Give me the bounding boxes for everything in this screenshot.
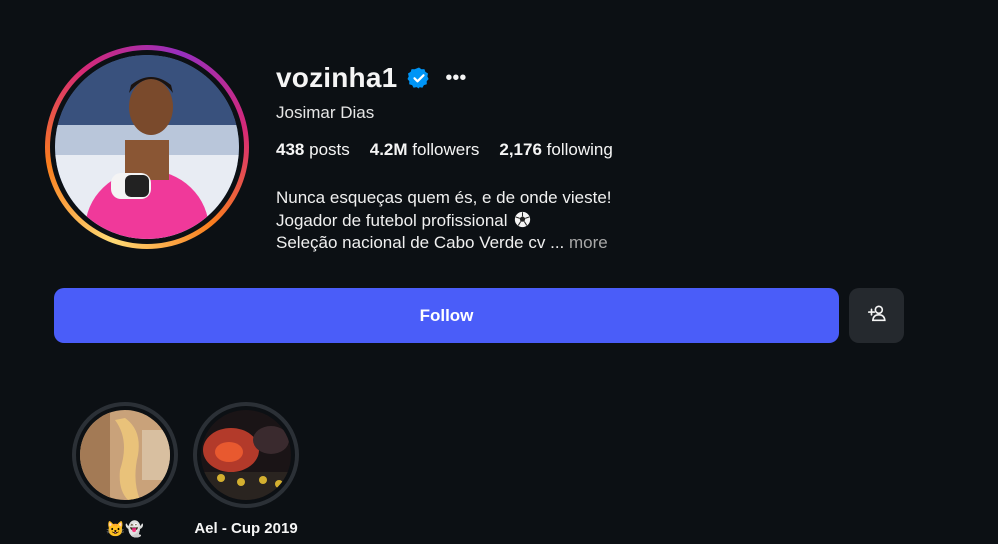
following-stat[interactable]: 2,176 following [499,140,612,160]
bio-line-2: Jogador de futebol profissional [276,210,612,233]
following-count: 2,176 [499,140,542,159]
highlight-cover [201,410,291,500]
bio-ellipsis: ... [550,233,565,252]
suggest-accounts-button[interactable] [849,288,904,343]
profile-bio: Nunca esqueças quem és, e de onde vieste… [276,187,612,255]
posts-count: 438 [276,140,305,159]
following-label: following [546,140,613,159]
bio-line-1: Nunca esqueças quem és, e de onde vieste… [276,188,612,207]
posts-stat[interactable]: 438 posts [276,140,350,160]
followers-stat[interactable]: 4.2M followers [370,140,480,160]
full-name: Josimar Dias [276,103,375,122]
bio-line-2-text: Jogador de futebol profissional [276,210,508,230]
profile-avatar-ring[interactable] [45,45,249,249]
bio-line-3-text: Seleção nacional de Cabo Verde cv [276,233,546,252]
highlight-ring [72,402,178,508]
verified-badge-icon [407,66,431,90]
profile-avatar[interactable] [55,55,239,239]
bio-line-3: Seleção nacional de Cabo Verde cv ... mo… [276,232,612,255]
highlight-item[interactable]: 😺👻 [70,402,180,538]
highlight-gap [76,406,174,504]
username-row: vozinha1 ••• [276,58,466,98]
posts-label: posts [309,140,350,159]
bio-more-link[interactable]: more [569,233,608,252]
profile-photo [55,55,239,239]
soccer-ball-icon [514,211,531,228]
highlight-label: 😺👻 [106,521,144,538]
highlight-cover [80,410,170,500]
username: vozinha1 [276,62,398,93]
followers-label: followers [412,140,480,159]
options-more-icon[interactable]: ••• [445,68,466,88]
add-person-icon [866,302,888,329]
highlight-label: Ael - Cup 2019 [194,520,298,537]
highlight-gap [197,406,295,504]
highlight-item[interactable]: Ael - Cup 2019 [191,402,301,537]
highlight-cover-image [80,410,170,500]
highlight-cover-image [201,410,291,500]
highlight-ring [193,402,299,508]
follow-button[interactable]: Follow [54,288,839,343]
profile-stats: 438 posts 4.2M followers 2,176 following [276,140,613,160]
followers-count: 4.2M [369,140,408,159]
